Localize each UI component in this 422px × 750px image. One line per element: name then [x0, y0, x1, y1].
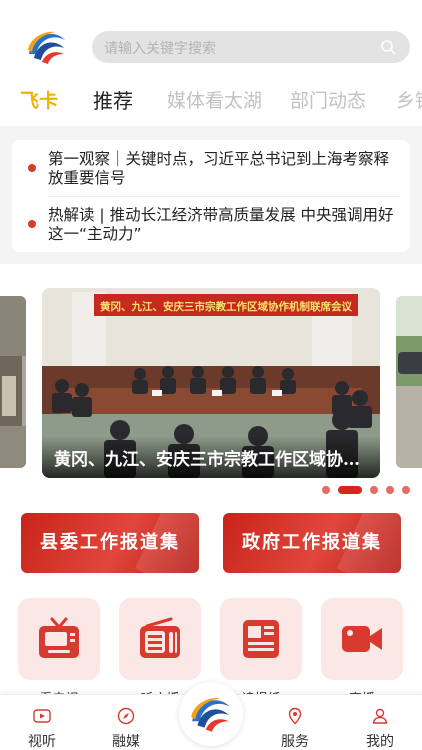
- carousel-next-slide[interactable]: [396, 296, 422, 468]
- nav-label: 视听: [28, 734, 56, 750]
- carousel-dot[interactable]: [386, 486, 394, 494]
- tab-recommend[interactable]: 推荐: [93, 84, 133, 118]
- nav-item-wode[interactable]: 我的: [350, 695, 410, 750]
- header: 请输入关键字搜索: [0, 0, 422, 78]
- newspaper-icon: [243, 620, 279, 658]
- search-bar[interactable]: 请输入关键字搜索: [92, 31, 410, 63]
- user-icon: [372, 708, 388, 724]
- app-logo-icon: [191, 698, 230, 732]
- county-committee-report-banner[interactable]: 县委工作报道集: [21, 513, 199, 573]
- tab-department-news[interactable]: 部门动态: [290, 84, 366, 118]
- nav-item-rongmei[interactable]: 融媒: [96, 695, 156, 750]
- search-icon[interactable]: [380, 39, 396, 55]
- bullet-dot-icon: [28, 220, 36, 228]
- live-stream-tile[interactable]: [321, 598, 403, 680]
- carousel-prev-slide[interactable]: [0, 296, 26, 468]
- tab-feika[interactable]: 飞卡: [20, 84, 58, 118]
- bullet-dot-icon: [28, 164, 36, 172]
- nav-home-button[interactable]: [179, 682, 243, 746]
- slide-caption: 黄冈、九江、安庆三市宗教工作区域协作机制联席会议: [42, 436, 380, 478]
- carousel-dot[interactable]: [402, 486, 410, 494]
- carousel-dot[interactable]: [370, 486, 378, 494]
- banner-label: 县委工作报道集: [40, 532, 180, 553]
- carousel-indicator: [322, 486, 410, 494]
- video-icon: [33, 709, 51, 723]
- watch-tv-tile[interactable]: [18, 598, 100, 680]
- tab-townships[interactable]: 乡镇: [396, 84, 422, 118]
- slide-caption-text: 黄冈、九江、安庆三市宗教工作区域协作机制联席会议: [54, 450, 372, 470]
- tv-icon: [39, 617, 79, 658]
- headline-card: 第一观察｜关键时点，习近平总书记到上海考察释放重要信号 热解读 | 推动长江经济…: [12, 140, 410, 252]
- divider: [48, 196, 400, 197]
- compass-icon: [117, 707, 135, 725]
- carousel-dot-active[interactable]: [338, 486, 362, 494]
- headline-text[interactable]: 第一观察｜关键时点，习近平总书记到上海考察释放重要信号: [48, 150, 398, 188]
- app-screen: 请输入关键字搜索 飞卡 推荐 媒体看太湖 部门动态 乡镇 第一观察｜关键时点，习…: [0, 0, 422, 750]
- banner-sign-text: 黄冈、九江、安庆三市宗教工作区域协作机制联席会议: [100, 300, 352, 313]
- channel-tabs: 飞卡 推荐 媒体看太湖 部门动态 乡镇: [0, 84, 422, 124]
- app-logo-icon: [25, 25, 69, 69]
- search-input[interactable]: 请输入关键字搜索: [104, 38, 216, 58]
- nav-item-fuwu[interactable]: 服务: [265, 695, 325, 750]
- location-icon: [288, 707, 302, 725]
- nav-label: 服务: [281, 734, 309, 750]
- listen-radio-tile[interactable]: [119, 598, 201, 680]
- government-report-banner[interactable]: 政府工作报道集: [223, 513, 401, 573]
- image-carousel[interactable]: 黄冈、九江、安庆三市宗教工作区域协作机制联席会议 黄冈、九江、安庆三市宗教工作区…: [0, 280, 422, 490]
- nav-label: 我的: [366, 734, 394, 750]
- video-camera-icon: [342, 626, 382, 652]
- nav-label: 融媒: [112, 734, 140, 750]
- carousel-main-slide[interactable]: 黄冈、九江、安庆三市宗教工作区域协作机制联席会议 黄冈、九江、安庆三市宗教工作区…: [42, 288, 380, 478]
- nav-item-shiting[interactable]: 视听: [12, 695, 72, 750]
- banner-label: 政府工作报道集: [242, 532, 382, 553]
- tab-media-taihu[interactable]: 媒体看太湖: [167, 84, 262, 118]
- headline-text[interactable]: 热解读 | 推动长江经济带高质量发展 中央强调用好这一“主动力”: [48, 206, 398, 244]
- carousel-dot[interactable]: [322, 486, 330, 494]
- radio-icon: [140, 617, 180, 658]
- read-newspaper-tile[interactable]: [220, 598, 302, 680]
